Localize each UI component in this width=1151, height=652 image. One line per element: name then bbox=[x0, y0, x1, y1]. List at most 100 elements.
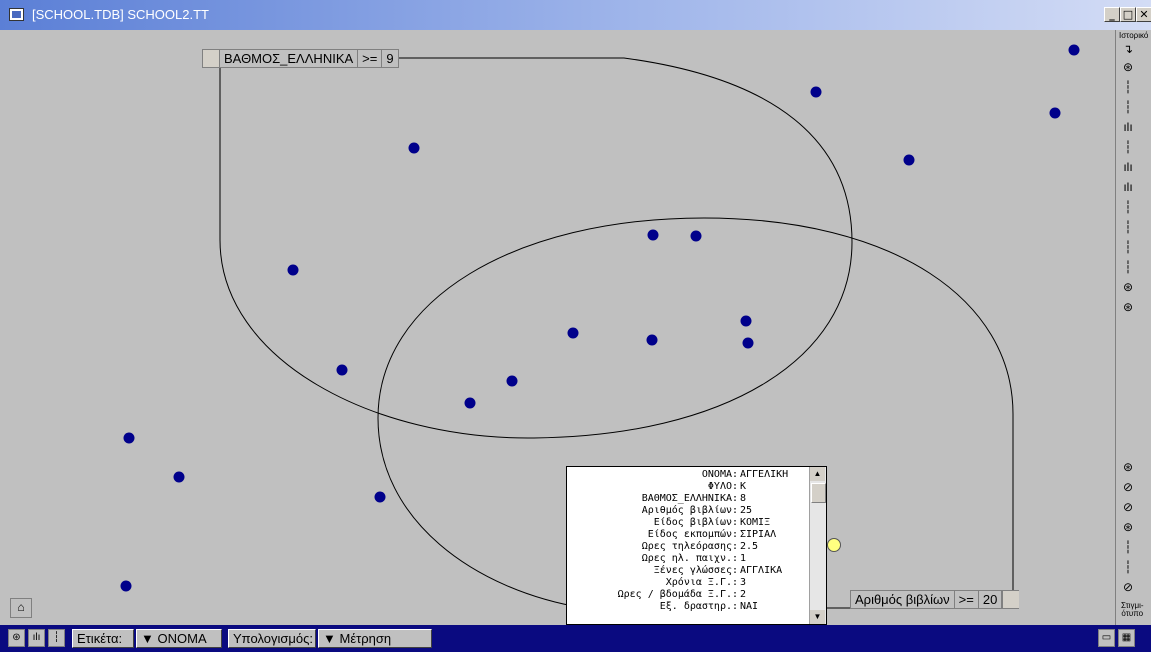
axis-icon[interactable]: ┆ bbox=[1119, 218, 1137, 236]
data-canvas[interactable]: ΒΑΘΜΟΣ_ΕΛΛΗΝΙΚΑ >= 9 Αριθμός βιβλίων >= … bbox=[4, 30, 1115, 625]
close-icon[interactable]: ✕ bbox=[1136, 7, 1151, 22]
data-point[interactable] bbox=[1068, 44, 1080, 56]
record-field-separator: : bbox=[732, 601, 739, 612]
history-rail: Ιστορικό ↴ ⊛ ┆ ┆ ılı ┆ ılı ılı ┆ ┆ ┆ ┆ ⊛… bbox=[1115, 30, 1151, 625]
record-field-value: ΚΟΜΙΞ bbox=[740, 517, 771, 528]
record-field-value: ΣΙΡΙΑΛ bbox=[740, 529, 777, 540]
axis-icon[interactable]: ┆ bbox=[1119, 98, 1137, 116]
calc-select[interactable]: ▼ Μέτρηση bbox=[318, 629, 432, 648]
record-field-separator: : bbox=[732, 469, 739, 480]
condition-region-greek-grade[interactable] bbox=[219, 57, 853, 439]
histogram-icon[interactable]: ılı bbox=[1119, 158, 1137, 176]
record-info-panel: ΟΝΟΜΑ: ΑΓΓΕΛΙΚΗ ΦΥΛΟ: Κ ΒΑΘΜΟΣ_ΕΛΛΗΝΙΚΑ: 8… bbox=[566, 466, 827, 625]
data-point[interactable] bbox=[336, 364, 348, 376]
record-field-separator: : bbox=[732, 529, 739, 540]
record-field-value: 1 bbox=[740, 553, 747, 564]
axis-icon[interactable]: ┆ bbox=[1119, 538, 1137, 556]
data-point[interactable] bbox=[408, 142, 420, 154]
snapshot-label[interactable]: Στιγμι- ότυπο bbox=[1121, 602, 1144, 618]
data-point[interactable] bbox=[173, 471, 185, 483]
status-bar: ⊛ ılı ┆ Ετικέτα: ▼ ΟΝΟΜΑ Υπολογισμός: ▼ … bbox=[0, 625, 1151, 652]
condition-box-greek-grade[interactable]: ΒΑΘΜΟΣ_ΕΛΛΗΝΙΚΑ >= 9 bbox=[202, 49, 399, 68]
comment-icon[interactable]: ▭ bbox=[1098, 629, 1115, 647]
table-icon[interactable]: ▦ bbox=[1118, 629, 1135, 647]
scatter-area[interactable] bbox=[4, 30, 1115, 625]
data-point[interactable] bbox=[903, 154, 915, 166]
data-point[interactable] bbox=[690, 230, 702, 242]
history-label: Ιστορικό bbox=[1119, 31, 1149, 40]
histogram-icon[interactable]: ılı bbox=[1119, 178, 1137, 196]
data-point[interactable] bbox=[646, 334, 658, 346]
record-field-key: ΒΑΘΜΟΣ_ΕΛΛΗΝΙΚΑ bbox=[641, 493, 732, 504]
venn-icon[interactable]: ⊘ bbox=[1119, 578, 1137, 596]
axis-icon[interactable]: ┆ bbox=[1119, 258, 1137, 276]
condition-operator[interactable]: >= bbox=[955, 591, 979, 608]
condition-operator[interactable]: >= bbox=[358, 50, 383, 67]
venn-icon[interactable]: ⊛ bbox=[1119, 278, 1137, 296]
data-point[interactable] bbox=[123, 432, 135, 444]
venn-icon[interactable]: ⊛ bbox=[1119, 298, 1137, 316]
data-point[interactable] bbox=[740, 315, 752, 327]
axis-view-icon[interactable]: ┆ bbox=[48, 629, 65, 647]
history-arrow-icon[interactable]: ↴ bbox=[1119, 40, 1137, 58]
record-field-key: Ωρες τηλεόρασης bbox=[641, 541, 732, 552]
record-fields: ΟΝΟΜΑ: ΑΓΓΕΛΙΚΗ ΦΥΛΟ: Κ ΒΑΘΜΟΣ_ΕΛΛΗΝΙΚΑ: 8… bbox=[567, 469, 810, 613]
data-point[interactable] bbox=[1049, 107, 1061, 119]
histogram-view-icon[interactable]: ılı bbox=[28, 629, 45, 647]
card-view-icon[interactable]: ⌂ bbox=[10, 598, 32, 618]
data-point[interactable] bbox=[742, 337, 754, 349]
scroll-up-icon[interactable]: ▲ bbox=[810, 467, 825, 481]
condition-box-books[interactable]: Αριθμός βιβλίων >= 20 bbox=[850, 590, 1020, 609]
record-field-separator: : bbox=[732, 553, 739, 564]
record-field-key: Είδος βιβλίων bbox=[653, 517, 732, 528]
condition-handle[interactable] bbox=[1002, 591, 1020, 608]
venn-icon[interactable]: ⊘ bbox=[1119, 478, 1137, 496]
data-point[interactable] bbox=[464, 397, 476, 409]
axis-icon[interactable]: ┆ bbox=[1119, 78, 1137, 96]
condition-value[interactable]: 20 bbox=[979, 591, 1003, 608]
data-point[interactable] bbox=[120, 580, 132, 592]
record-field-row: Ξένες γλώσσες: ΑΓΓΛΙΚΑ bbox=[567, 565, 810, 577]
record-field-row: Ωρες ηλ. παιχν.: 1 bbox=[567, 553, 810, 565]
data-point[interactable] bbox=[810, 86, 822, 98]
info-scrollbar[interactable]: ▲ ▼ bbox=[809, 467, 826, 624]
data-point[interactable] bbox=[647, 229, 659, 241]
record-field-row: ΟΝΟΜΑ: ΑΓΓΕΛΙΚΗ bbox=[567, 469, 810, 481]
axis-icon[interactable]: ┆ bbox=[1119, 198, 1137, 216]
venn-icon[interactable]: ⊛ bbox=[1119, 458, 1137, 476]
record-field-row: Ωρες τηλεόρασης: 2.5 bbox=[567, 541, 810, 553]
record-field-key: Χρόνια Ξ.Γ. bbox=[665, 577, 732, 588]
venn-icon[interactable]: ⊛ bbox=[1119, 58, 1137, 76]
record-field-key: ΟΝΟΜΑ bbox=[701, 469, 732, 480]
condition-field[interactable]: Αριθμός βιβλίων bbox=[851, 591, 955, 608]
axis-icon[interactable]: ┆ bbox=[1119, 138, 1137, 156]
record-field-key: Ωρες / βδομάδα Ξ.Γ. bbox=[617, 589, 732, 600]
record-field-separator: : bbox=[732, 541, 739, 552]
scroll-down-icon[interactable]: ▼ bbox=[810, 610, 825, 624]
minimize-icon[interactable]: _ bbox=[1104, 7, 1120, 22]
record-field-row: Αριθμός βιβλίων: 25 bbox=[567, 505, 810, 517]
app-icon bbox=[9, 8, 24, 21]
axis-icon[interactable]: ┆ bbox=[1119, 558, 1137, 576]
venn-icon[interactable]: ⊛ bbox=[1119, 518, 1137, 536]
maximize-icon[interactable]: □ bbox=[1120, 7, 1136, 22]
scroll-thumb[interactable] bbox=[811, 483, 826, 503]
record-field-row: ΦΥΛΟ: Κ bbox=[567, 481, 810, 493]
selected-marker[interactable] bbox=[827, 538, 841, 552]
record-field-separator: : bbox=[732, 565, 739, 576]
venn-icon[interactable]: ⊘ bbox=[1119, 498, 1137, 516]
record-field-value: 25 bbox=[740, 505, 753, 516]
condition-handle[interactable] bbox=[203, 50, 220, 67]
condition-field[interactable]: ΒΑΘΜΟΣ_ΕΛΛΗΝΙΚΑ bbox=[220, 50, 359, 67]
histogram-icon[interactable]: ılı bbox=[1119, 118, 1137, 136]
condition-value[interactable]: 9 bbox=[382, 50, 397, 67]
data-point[interactable] bbox=[374, 491, 386, 503]
venn-view-icon[interactable]: ⊛ bbox=[8, 629, 25, 647]
axis-icon[interactable]: ┆ bbox=[1119, 238, 1137, 256]
record-field-separator: : bbox=[732, 589, 739, 600]
data-point[interactable] bbox=[506, 375, 518, 387]
data-point[interactable] bbox=[287, 264, 299, 276]
record-field-key: Εξ. δραστηρ. bbox=[659, 601, 732, 612]
data-point[interactable] bbox=[567, 327, 579, 339]
label-select[interactable]: ▼ ΟΝΟΜΑ bbox=[136, 629, 222, 648]
